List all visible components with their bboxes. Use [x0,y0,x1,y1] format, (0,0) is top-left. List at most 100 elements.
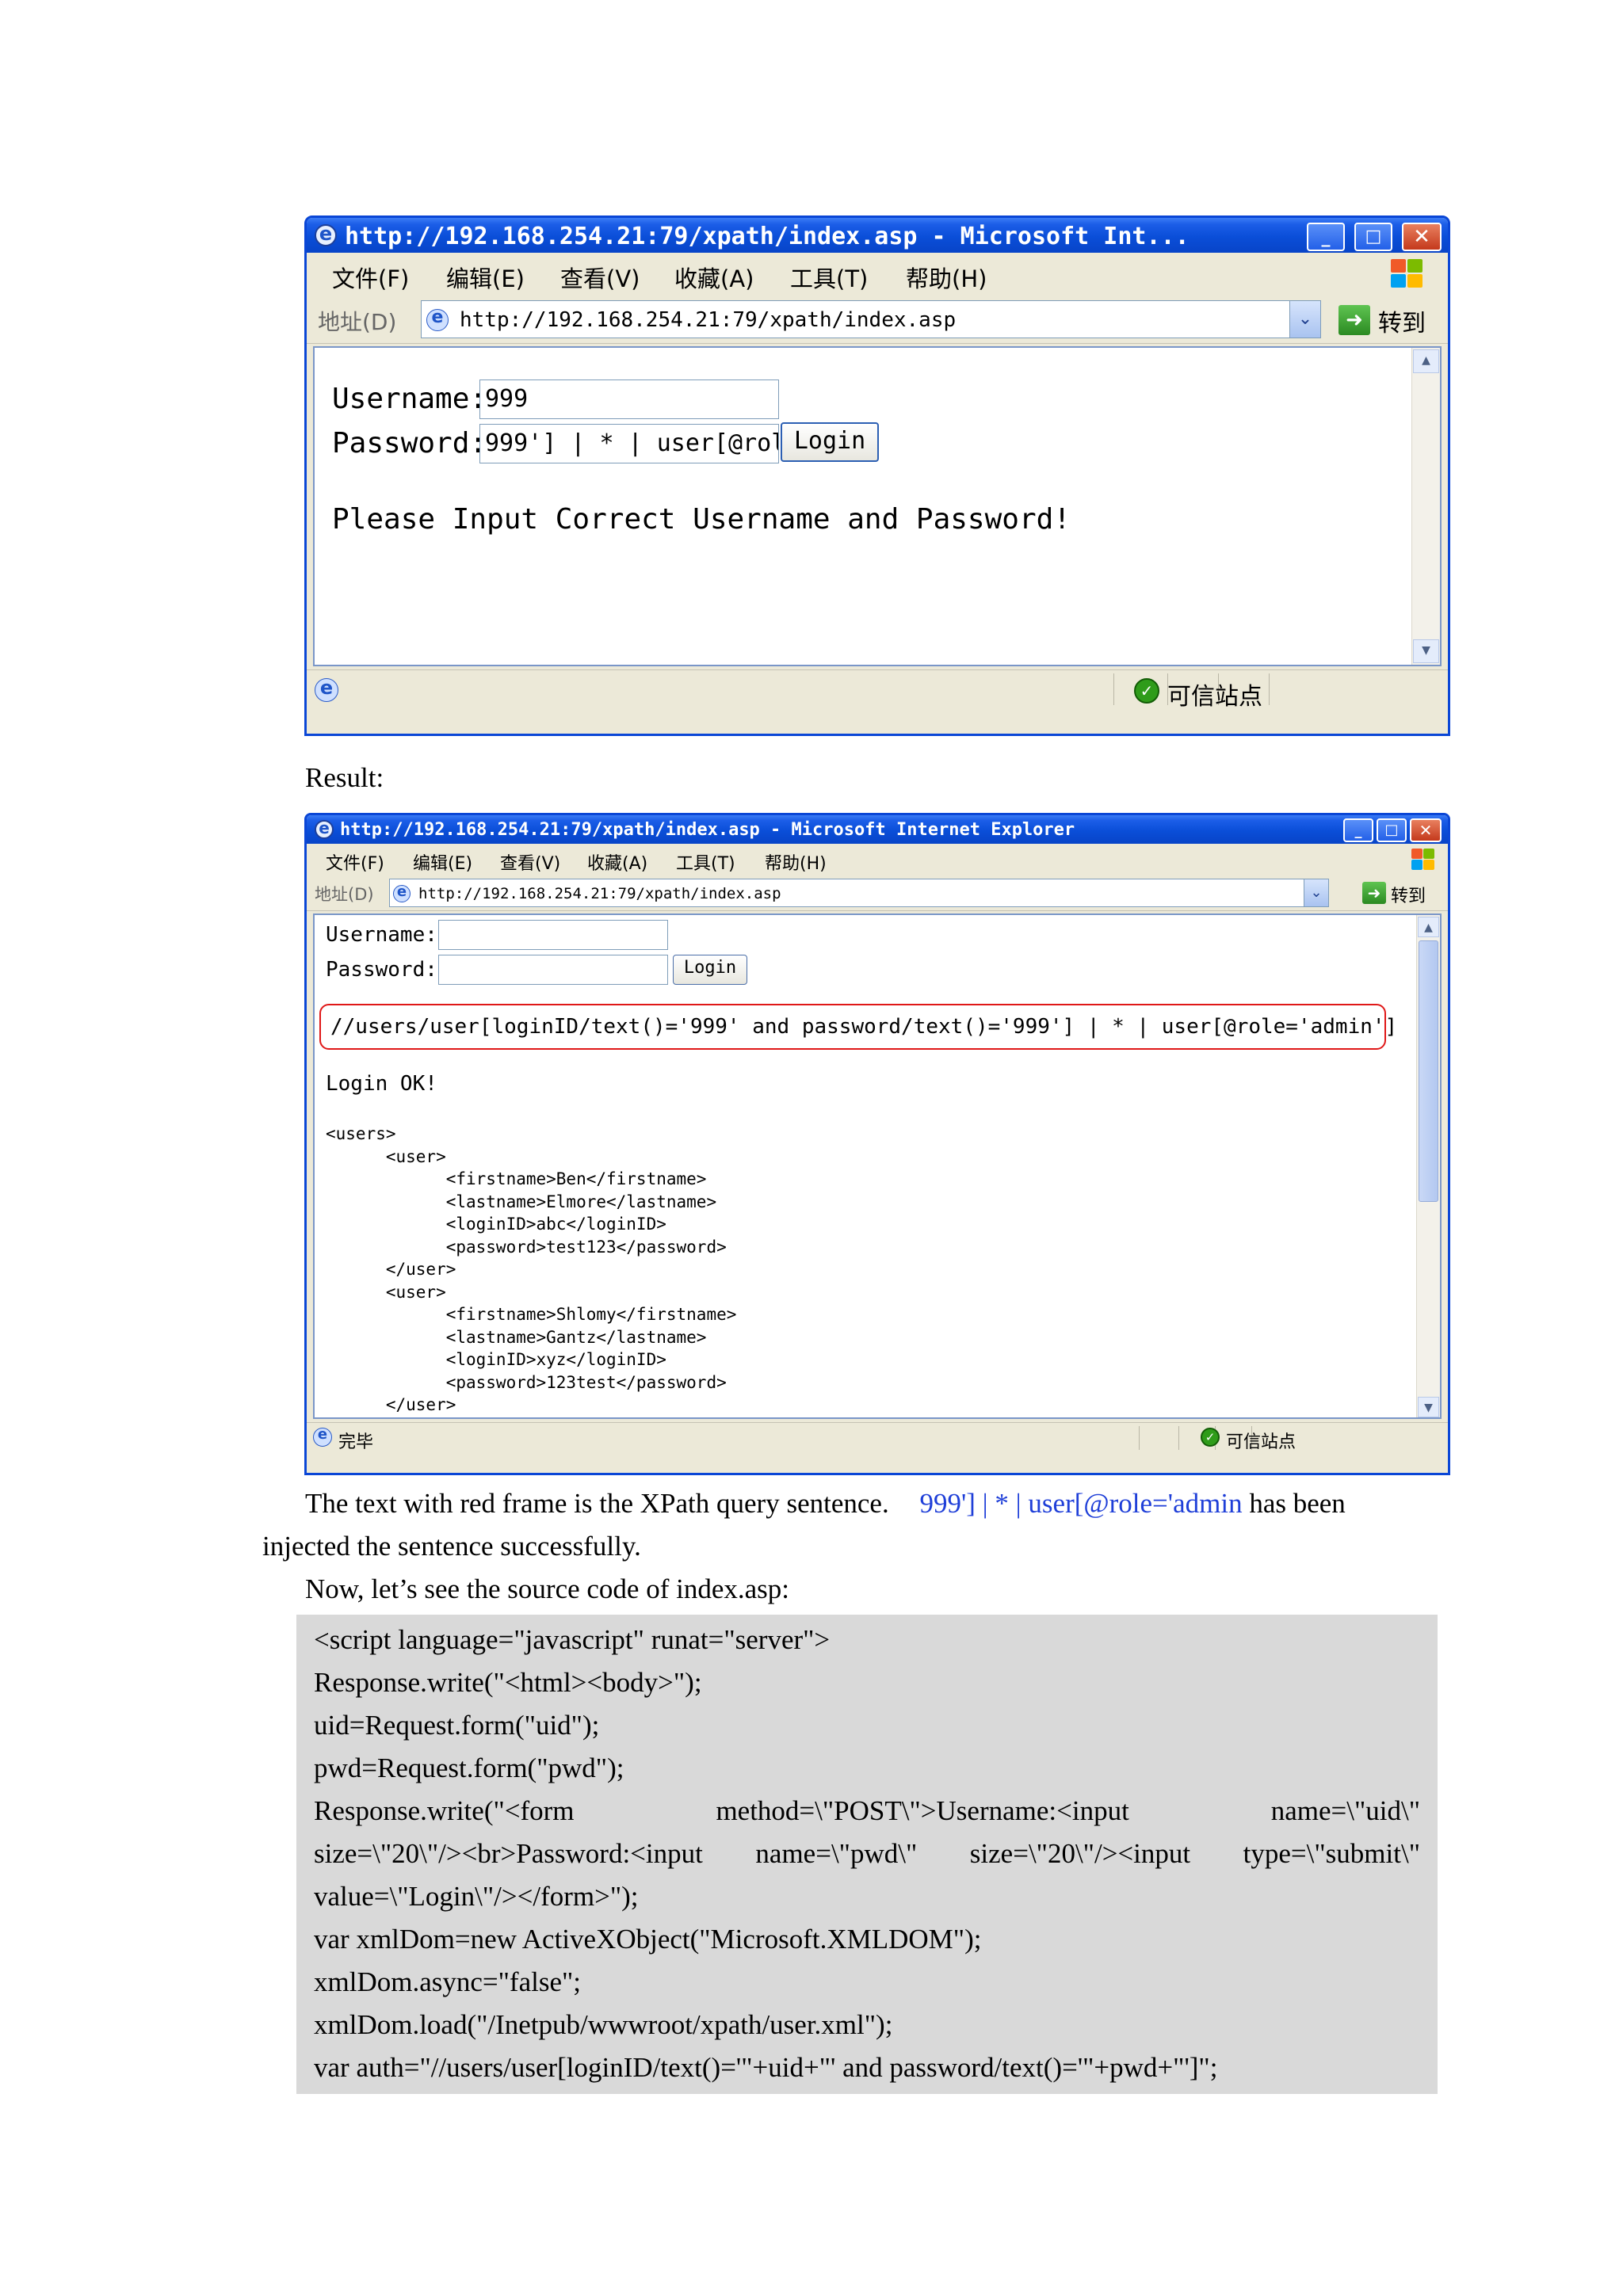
code-line: xmlDom.async="false"; [314,1966,581,1997]
ie-logo-icon [315,223,337,246]
result-label: Result: [305,762,384,793]
address-label: 地址(D) [318,309,397,335]
password-value: 999'] | * | user[@rol [485,429,779,457]
source-code-block: <script language="javascript" runat="ser… [296,1615,1438,2094]
menu-bar: 文件(F) 编辑(E) 查看(V) 收藏(A) 工具(T) 帮助(H) [307,253,1448,296]
paragraph-text-before: The text with red frame is the XPath que… [305,1488,889,1519]
ie-window-2: http://192.168.254.21:79/xpath/index.asp… [304,813,1450,1475]
page-content: Username: Password: Login //users/user[l… [313,913,1442,1419]
code-line: xmlDom.load("/Inetpub/wwwroot/xpath/user… [314,2009,893,2040]
maximize-button[interactable]: □ [1377,818,1407,842]
ie-window-1: http://192.168.254.21:79/xpath/index.asp… [304,215,1450,736]
window-title: http://192.168.254.21:79/xpath/index.asp… [340,820,1075,840]
close-button[interactable]: ✕ [1410,818,1442,842]
code-token: name=\"pwd\" [755,1838,918,1869]
status-bar: ✓ 可信站点 [307,669,1448,734]
scroll-thumb[interactable] [1419,940,1438,1202]
password-input[interactable]: 999'] | * | user[@rol [479,424,779,463]
login-ok-message: Login OK! [326,1072,437,1096]
vertical-scrollbar[interactable]: ▲ ▼ [1411,348,1440,665]
go-button[interactable]: 转到 [1391,882,1426,907]
page-icon [393,883,411,902]
address-bar: 地址(D) http://192.168.254.21:79/xpath/ind… [307,875,1448,911]
code-token: name=\"uid\" [1270,1795,1420,1826]
address-dropdown-icon[interactable]: ⌄ [1304,879,1328,906]
trusted-check-icon: ✓ [1134,678,1159,704]
paragraph-text-after: has been [1249,1488,1346,1519]
code-line: uid=Request.form("uid"); [314,1710,600,1741]
code-line: pwd=Request.form("pwd"); [314,1753,624,1783]
menu-help[interactable]: 帮助(H) [765,849,827,875]
page-icon [426,307,449,331]
status-bar: 完毕 ✓ 可信站点 [307,1422,1448,1473]
address-input[interactable]: http://192.168.254.21:79/xpath/index.asp… [421,300,1321,338]
address-input[interactable]: http://192.168.254.21:79/xpath/index.asp… [389,879,1329,907]
vertical-scrollbar[interactable]: ▲ ▼ [1416,915,1440,1417]
scroll-up-icon[interactable]: ▲ [1413,349,1439,373]
maximize-button[interactable]: □ [1354,223,1392,251]
code-line: Response.write("<form method=\"POST\">Use… [314,1795,1420,1827]
injection-highlight: 999'] | * | user[@role='admin [919,1488,1243,1519]
window-title: http://192.168.254.21:79/xpath/index.asp… [345,223,1190,250]
status-zone: 可信站点 [1167,683,1262,711]
windows-logo-icon [1411,849,1435,871]
code-line: Response.write("<html><body>"); [314,1667,702,1698]
menu-favorites[interactable]: 收藏(A) [674,261,754,294]
code-token: size=\"20\"/><br>Password:<input [314,1838,703,1869]
go-button[interactable]: 转到 [1378,303,1426,338]
go-arrow-icon[interactable]: ➜ [1362,882,1386,904]
menu-bar: 文件(F) 编辑(E) 查看(V) 收藏(A) 工具(T) 帮助(H) [307,844,1448,876]
scroll-down-icon[interactable]: ▼ [1413,639,1439,663]
password-input[interactable] [438,955,668,985]
trusted-check-icon: ✓ [1201,1428,1220,1447]
username-input[interactable] [438,920,668,950]
code-line: size=\"20\"/><br>Password:<input name=\"p… [314,1838,1420,1870]
menu-view[interactable]: 查看(V) [500,849,560,875]
address-value: http://192.168.254.21:79/xpath/index.asp [460,308,957,332]
go-arrow-icon[interactable]: ➜ [1338,305,1370,335]
scroll-up-icon[interactable]: ▲ [1418,917,1439,937]
status-page-icon [313,1426,332,1447]
login-button[interactable]: Login [781,422,879,462]
minimize-button[interactable]: _ [1307,223,1345,251]
code-token: Response.write("<form [314,1795,575,1826]
minimize-button[interactable]: _ [1343,818,1373,842]
username-label: Username: [326,923,437,947]
status-done: 完毕 [338,1432,374,1452]
menu-favorites[interactable]: 收藏(A) [587,849,647,875]
address-label: 地址(D) [315,885,374,904]
code-line: var auth="//users/user[loginID/text()='"… [314,2052,1218,2083]
address-value: http://192.168.254.21:79/xpath/index.asp [418,885,781,902]
xpath-query: //users/user[loginID/text()='999' and pa… [330,1015,1398,1039]
code-token: type=\"submit\" [1243,1838,1420,1869]
title-bar[interactable]: http://192.168.254.21:79/xpath/index.asp… [307,218,1448,253]
code-line: var xmlDom=new ActiveXObject("Microsoft.… [314,1924,982,1955]
menu-tools[interactable]: 工具(T) [676,849,735,875]
ie-logo-icon [315,818,334,839]
scroll-down-icon[interactable]: ▼ [1418,1397,1439,1417]
code-token: method=\"POST\">Username:<input [716,1795,1129,1826]
close-button[interactable]: ✕ [1402,223,1442,251]
username-value: 999 [485,385,529,413]
xml-output: <users> <user> <firstname>Ben</firstname… [326,1124,737,1414]
menu-file[interactable]: 文件(F) [326,849,384,875]
title-bar[interactable]: http://192.168.254.21:79/xpath/index.asp… [307,815,1448,844]
error-message: Please Input Correct Username and Passwo… [332,503,1071,536]
menu-edit[interactable]: 编辑(E) [446,261,525,294]
query-frame: //users/user[loginID/text()='999' and pa… [319,1004,1397,1050]
address-dropdown-icon[interactable]: ⌄ [1289,301,1320,338]
menu-file[interactable]: 文件(F) [332,261,409,294]
menu-help[interactable]: 帮助(H) [906,261,987,294]
login-button[interactable]: Login [673,955,747,985]
code-line: <script language="javascript" runat="ser… [314,1624,831,1655]
paragraph-2: Now, let’s see the source code of index.… [305,1573,790,1604]
paragraph-1-line-2: injected the sentence successfully. [262,1531,641,1562]
menu-edit[interactable]: 编辑(E) [413,849,472,875]
menu-tools[interactable]: 工具(T) [790,261,868,294]
menu-view[interactable]: 查看(V) [560,261,640,294]
windows-logo-icon [1391,259,1424,289]
code-token: size=\"20\"/><input [969,1838,1191,1869]
username-input[interactable]: 999 [479,379,779,419]
password-label: Password: [332,427,487,460]
password-label: Password: [326,958,437,982]
